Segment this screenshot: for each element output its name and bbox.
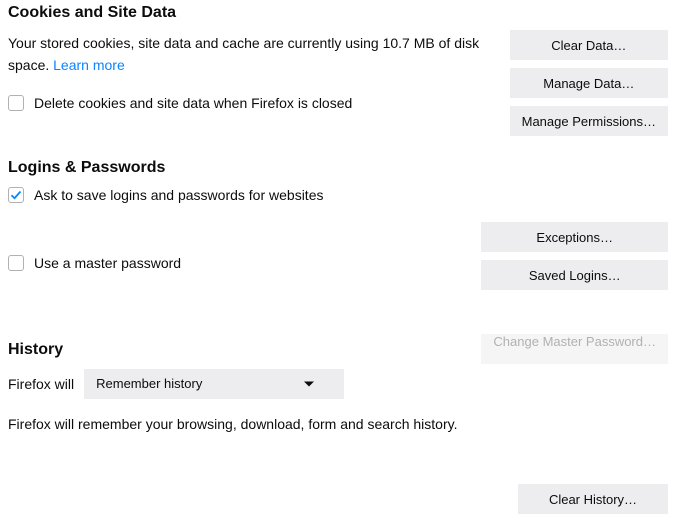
history-mode-select[interactable]: Remember history (84, 369, 344, 399)
cookies-button-column: Clear Data… Manage Data… Manage Permissi… (510, 30, 668, 136)
logins-section: Logins & Passwords Ask to save logins an… (8, 159, 670, 271)
manage-data-button[interactable]: Manage Data… (510, 68, 668, 98)
logins-button-column: Exceptions… Saved Logins… Change Master … (481, 222, 668, 364)
cookies-desc-prefix: Your stored cookies, site data and cache… (8, 35, 383, 51)
cookies-usage-value: 10.7 MB (383, 35, 435, 51)
cookies-heading: Cookies and Site Data (8, 4, 670, 22)
history-mode-row: Firefox will Remember history (8, 369, 670, 399)
clear-data-button[interactable]: Clear Data… (510, 30, 668, 60)
firefox-will-label: Firefox will (8, 376, 74, 392)
chevron-down-icon (304, 381, 314, 386)
history-summary: Firefox will remember your browsing, dow… (8, 413, 488, 435)
manage-permissions-button[interactable]: Manage Permissions… (510, 106, 668, 136)
master-pw-label: Use a master password (34, 255, 181, 271)
clear-history-button[interactable]: Clear History… (518, 484, 668, 514)
cookies-description: Your stored cookies, site data and cache… (8, 32, 508, 77)
cookies-section: Cookies and Site Data Your stored cookie… (8, 4, 670, 111)
checkmark-icon (10, 189, 22, 201)
ask-save-label: Ask to save logins and passwords for web… (34, 187, 323, 203)
exceptions-button[interactable]: Exceptions… (481, 222, 668, 252)
delete-on-close-checkbox[interactable] (8, 95, 24, 111)
ask-save-checkbox[interactable] (8, 187, 24, 203)
saved-logins-button[interactable]: Saved Logins… (481, 260, 668, 290)
delete-on-close-label: Delete cookies and site data when Firefo… (34, 95, 352, 111)
logins-heading: Logins & Passwords (8, 159, 670, 177)
learn-more-link[interactable]: Learn more (53, 57, 125, 73)
history-mode-selected: Remember history (96, 376, 202, 391)
history-button-column: Clear History… (518, 484, 668, 514)
ask-save-row: Ask to save logins and passwords for web… (8, 187, 670, 203)
change-master-password-button: Change Master Password… (481, 334, 668, 364)
master-pw-checkbox[interactable] (8, 255, 24, 271)
